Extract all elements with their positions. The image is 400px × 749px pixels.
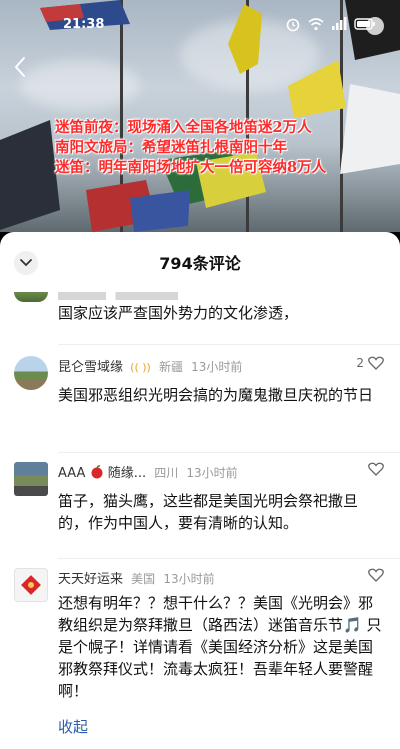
status-bar: 21:38 — [0, 12, 400, 38]
comment-divider — [58, 558, 400, 559]
comment-body: 还想有明年？？想干什么？？美国《光明会》邪教组织是为祭拜撒旦（路西法）迷笛音乐节… — [58, 594, 382, 700]
username[interactable]: 昆仑雪域缘 — [58, 360, 123, 375]
video-player[interactable]: 21:38 迷笛前夜：现场涌入全国各地笛迷2万人 南阳文旅局：希望迷笛扎根南阳十… — [0, 0, 400, 232]
heart-icon — [368, 462, 384, 476]
battery-icon — [354, 18, 375, 30]
comment-body: 国家应该严查国外势力的文化渗透， — [58, 304, 299, 322]
timestamp: 13小时前 — [191, 360, 243, 374]
user-badge: (( )) — [130, 361, 151, 374]
caption-line-1: 迷笛前夜：现场涌入全国各地笛迷2万人 — [55, 119, 312, 136]
caption-line-3: 迷笛：明年南阳场地扩大一倍可容纳8万人 — [55, 159, 327, 176]
like-count: 2 — [356, 356, 364, 370]
location: 美国 — [131, 572, 156, 586]
wifi-icon — [308, 18, 324, 31]
video-caption-overlay: 迷笛前夜：现场涌入全国各地笛迷2万人 南阳文旅局：希望迷笛扎根南阳十年 迷笛：明… — [55, 118, 326, 178]
comment-divider — [58, 344, 400, 345]
comment-meta: AAA 随缘... 四川 13小时前 — [58, 462, 238, 481]
heart-icon — [368, 568, 384, 582]
avatar[interactable] — [14, 462, 48, 496]
white-flag — [340, 84, 400, 174]
comment-body: 美国邪恶组织光明会搞的为魔鬼撒旦庆祝的节日 — [58, 386, 374, 404]
timestamp: 13小时前 — [186, 466, 238, 480]
avatar[interactable] — [14, 568, 48, 602]
location: 新疆 — [158, 360, 183, 374]
username[interactable]: AAA — [58, 466, 85, 481]
comment-meta: 昆仑雪域缘 (( )) 新疆 13小时前 — [58, 356, 242, 375]
location: 四川 — [154, 466, 179, 480]
alarm-icon — [286, 18, 300, 32]
dark-flag — [0, 120, 60, 230]
avatar[interactable] — [14, 292, 48, 302]
signal-icon — [332, 17, 347, 30]
blue-flag — [130, 190, 190, 232]
comment-count-title: 794条评论 — [159, 254, 241, 273]
comments-header: 794条评论 — [0, 232, 400, 288]
status-icons — [285, 16, 376, 32]
like-button[interactable] — [368, 462, 384, 476]
comment-body: 笛子，猫头鹰，这些都是美国光明会祭祀撒旦的，作为中国人，要有清晰的认知。 — [58, 492, 359, 532]
like-button[interactable] — [368, 568, 384, 582]
chevron-left-icon — [14, 57, 25, 77]
caption-line-2: 南阳文旅局：希望迷笛扎根南阳十年 — [55, 139, 287, 156]
clipped-username — [58, 292, 178, 300]
fortune-icon — [21, 575, 41, 595]
status-time: 21:38 — [63, 17, 105, 32]
back-button[interactable] — [13, 56, 33, 78]
comment-divider — [58, 452, 400, 453]
collapse-replies-link[interactable]: 收起 — [58, 716, 88, 737]
username-suffix[interactable]: 随缘... — [108, 466, 146, 481]
comment-meta: 天天好运来 美国 13小时前 — [58, 568, 215, 587]
timestamp: 13小时前 — [163, 572, 215, 586]
red-apple-icon — [91, 465, 103, 479]
heart-icon — [368, 356, 384, 370]
comments-panel: 794条评论 国家应该严查国外势力的文化渗透， 昆仑雪域缘 (( )) 新疆 1… — [0, 232, 400, 749]
like-button[interactable]: 2 — [356, 356, 384, 370]
yellow-flag — [288, 60, 346, 118]
avatar[interactable] — [14, 356, 48, 390]
username[interactable]: 天天好运来 — [58, 572, 123, 587]
